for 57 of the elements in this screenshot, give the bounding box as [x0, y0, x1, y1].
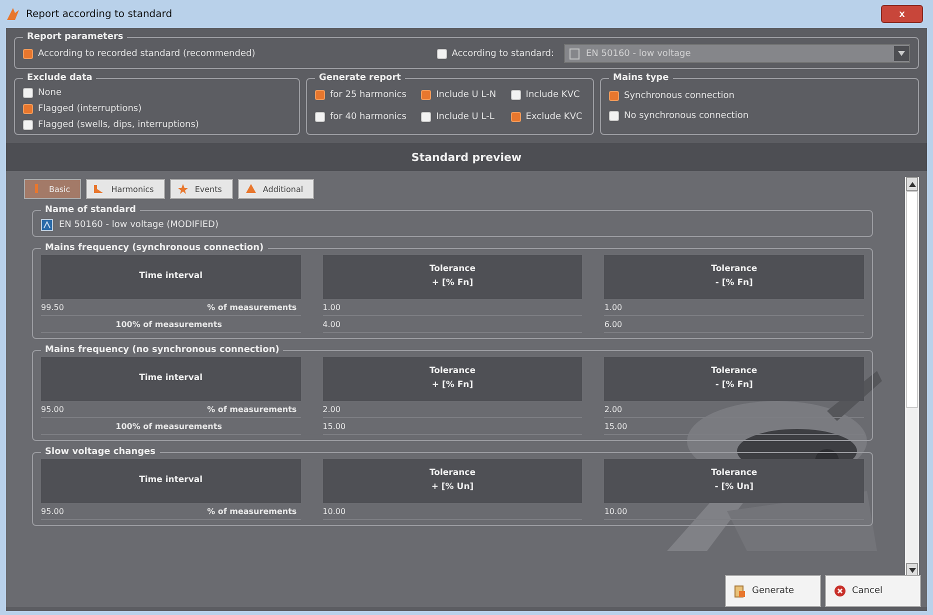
table-cell: 95.00: [41, 506, 64, 516]
table-cell: 6.00: [604, 320, 622, 328]
option-label: According to standard:: [452, 48, 554, 58]
column-header: Tolerance + [% Fn]: [322, 255, 582, 299]
table-cell: 10.00: [604, 506, 628, 516]
option-label: for 25 harmonics: [330, 90, 406, 100]
group-title: Mains frequency (synchronous connection): [44, 243, 265, 253]
option-label: Include U L-L: [436, 112, 494, 122]
group-title: Exclude data: [26, 73, 94, 83]
group-title: Mains frequency (no synchronous connection): [44, 345, 280, 355]
row-label: % of measurements: [207, 506, 297, 516]
table-cell: 2.00: [322, 404, 340, 414]
tab[interactable]: Harmonics: [86, 179, 165, 199]
option-label: No synchronous connection: [624, 111, 749, 121]
option-label: for 40 harmonics: [330, 112, 406, 122]
tab[interactable]: Additional: [238, 179, 314, 199]
option-label: Synchronous connection: [624, 91, 734, 101]
option-label: Exclude KVC: [526, 112, 582, 122]
window-title: Report according to standard: [26, 8, 174, 20]
row-label: 100% of measurements: [116, 422, 222, 430]
table-cell: 1.00: [322, 302, 340, 312]
table-cell: 95.00: [41, 404, 64, 414]
table-cell: 99.50: [41, 302, 64, 312]
table-cell: 15.00: [604, 422, 628, 430]
option-label: Include U L-N: [436, 90, 496, 100]
column-header: Time interval: [41, 459, 301, 503]
row-label: 100% of measurements: [116, 320, 222, 328]
option-label: None: [38, 88, 62, 98]
column-header: Tolerance + [% Fn]: [322, 357, 582, 401]
generate-button[interactable]: Generate: [725, 575, 821, 607]
group-title: Name of standard: [44, 205, 137, 215]
table-cell: 15.00: [322, 422, 346, 430]
column-header: Tolerance + [% Un]: [322, 459, 582, 503]
option-label: Flagged (swells, dips, interruptions): [38, 120, 199, 130]
standard-name: EN 50160 - low voltage (MODIFIED): [59, 220, 218, 230]
group-title: Report parameters: [26, 32, 124, 42]
row-label: % of measurements: [207, 404, 297, 414]
tab[interactable]: Events: [170, 179, 233, 199]
group-title: Generate report: [318, 73, 402, 83]
column-header: Tolerance - [% Fn]: [604, 357, 864, 401]
cancel-button[interactable]: Cancel: [825, 575, 921, 607]
table-cell: 2.00: [604, 404, 622, 414]
group-title: Slow voltage changes: [44, 447, 157, 457]
close-button[interactable]: x: [881, 5, 923, 23]
column-header: Time interval: [41, 255, 301, 299]
column-header: Tolerance - [% Fn]: [604, 255, 864, 299]
table-cell: 1.00: [604, 302, 622, 312]
column-header: Time interval: [41, 357, 301, 401]
table-cell: 10.00: [322, 506, 346, 516]
column-header: Tolerance - [% Un]: [604, 459, 864, 503]
preview-title: Standard preview: [6, 143, 927, 171]
row-label: % of measurements: [207, 302, 297, 312]
option-label: Flagged (interruptions): [38, 104, 142, 114]
table-cell: 4.00: [322, 320, 340, 328]
group-title: Mains type: [612, 73, 670, 83]
option-label: According to recorded standard (recommended): [38, 48, 256, 58]
option-label: Include KVC: [526, 90, 580, 100]
